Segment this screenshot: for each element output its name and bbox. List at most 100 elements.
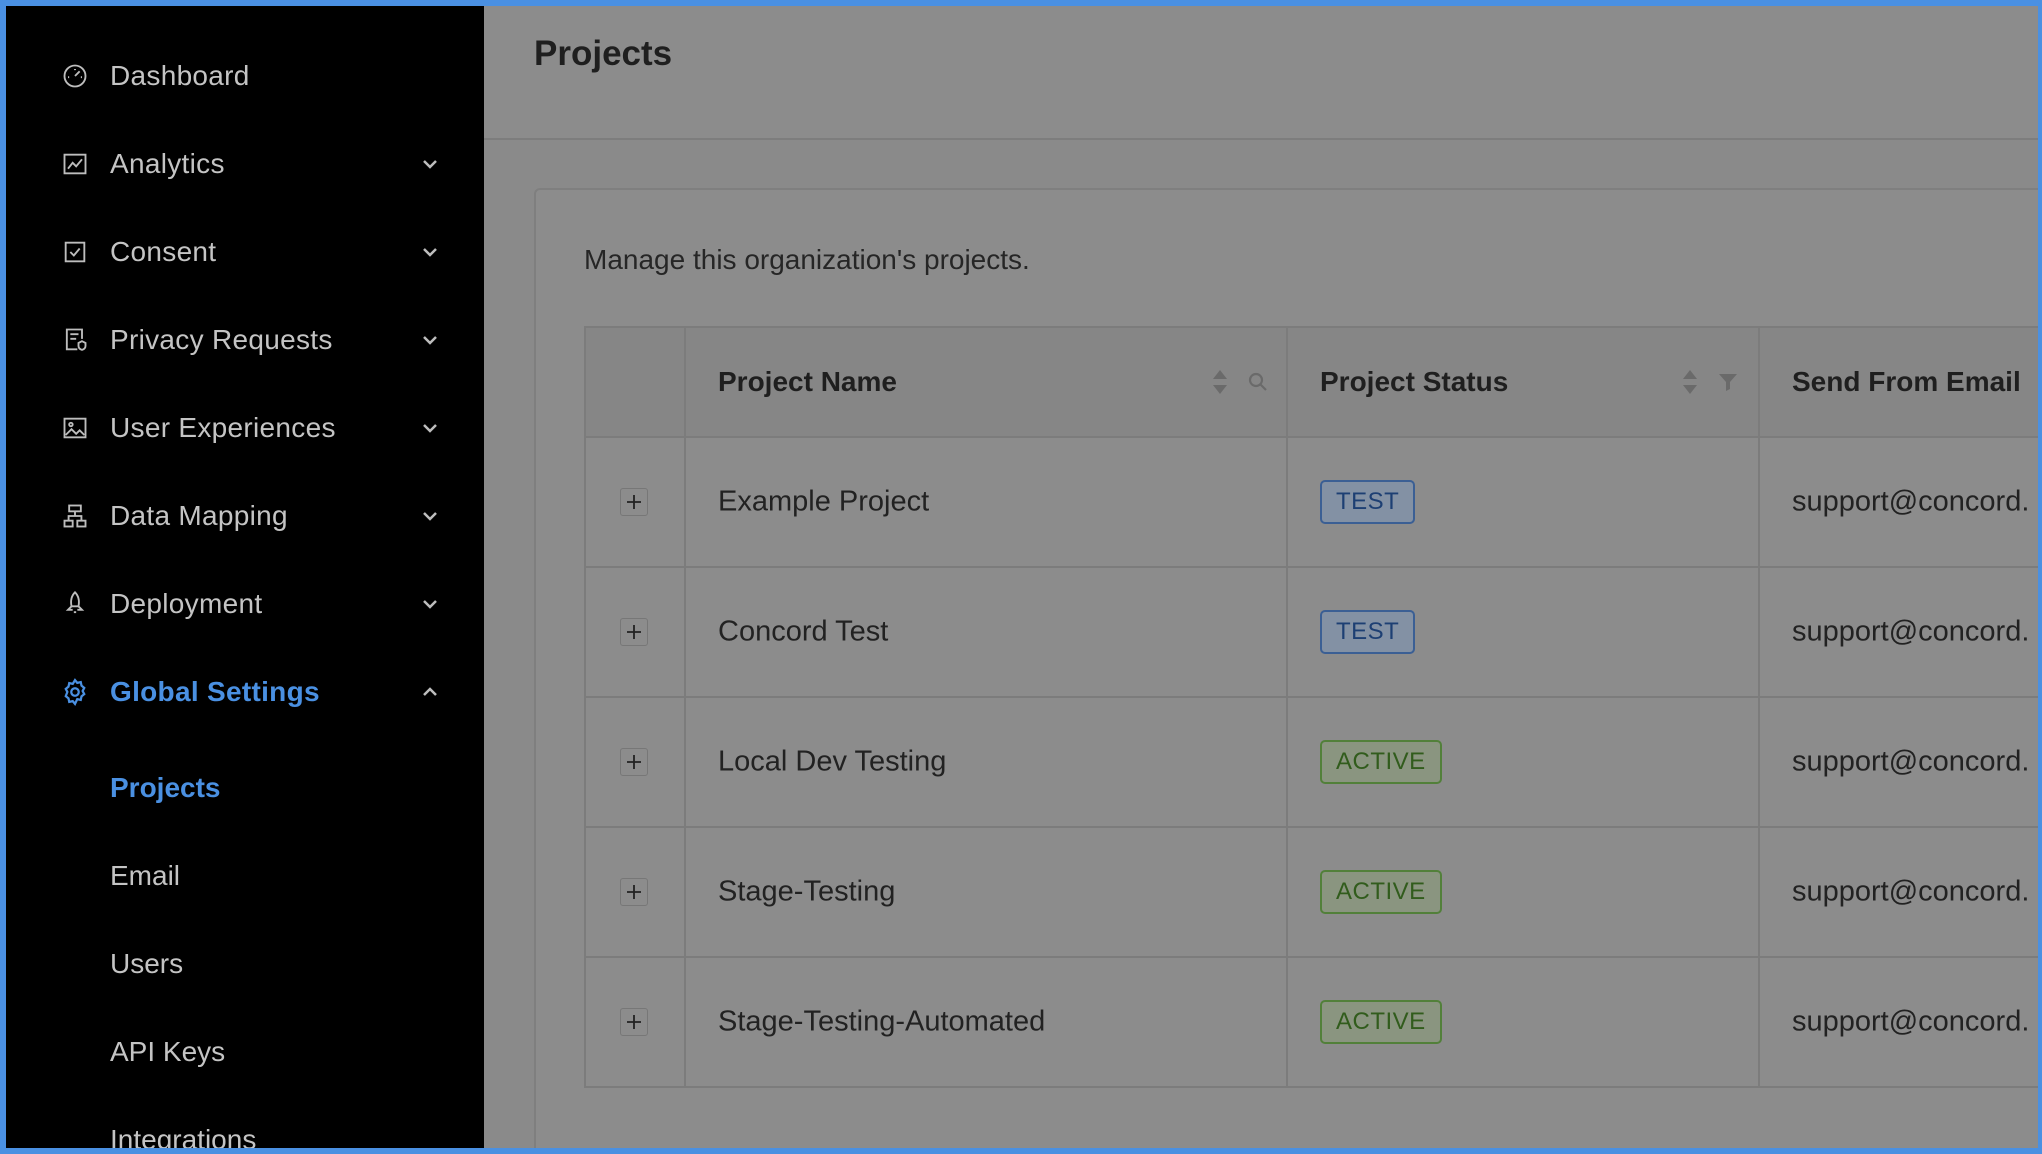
chevron-down-icon	[423, 248, 437, 257]
column-header-label: Project Status	[1320, 366, 1509, 397]
project-name[interactable]: Example Project	[718, 486, 929, 519]
expand-row-button[interactable]	[620, 488, 648, 516]
project-name-cell: Stage-Testing	[686, 828, 1288, 956]
expand-cell	[586, 568, 686, 696]
chevron-down-icon	[423, 160, 437, 169]
page-title: Projects	[534, 34, 673, 73]
gear-icon	[60, 677, 90, 707]
plus-icon	[627, 1015, 641, 1029]
project-name[interactable]: Stage-Testing	[718, 876, 895, 909]
status-badge: TEST	[1320, 610, 1416, 654]
send-from-email: support@concord.	[1792, 875, 2030, 908]
search-icon[interactable]	[1246, 370, 1270, 394]
project-status-cell: ACTIVE	[1288, 828, 1760, 956]
chevron-down-icon	[423, 424, 437, 433]
sidebar-item-user-experiences[interactable]: User Experiences	[6, 398, 484, 458]
sidebar-item-label: Data Mapping	[110, 500, 288, 531]
expand-cell	[586, 958, 686, 1086]
send-from-email: support@concord.	[1792, 1005, 2030, 1038]
project-name-cell: Local Dev Testing	[686, 698, 1288, 826]
expand-row-button[interactable]	[620, 878, 648, 906]
sidebar-item-privacy-requests[interactable]: Privacy Requests	[6, 310, 484, 370]
chevron-down-icon	[423, 600, 437, 609]
plus-icon	[627, 625, 641, 639]
sidebar-item-label: Analytics	[110, 148, 225, 179]
status-badge: ACTIVE	[1320, 1000, 1442, 1044]
project-status-cell: TEST	[1288, 568, 1760, 696]
sort-icon[interactable]	[1210, 367, 1230, 397]
expand-cell	[586, 828, 686, 956]
email-cell: support@concord.	[1760, 958, 2038, 1086]
plus-icon	[627, 885, 641, 899]
line-chart-icon	[60, 149, 90, 179]
sidebar-item-dashboard[interactable]: Dashboard	[6, 46, 484, 106]
chevron-up-icon	[423, 687, 437, 696]
sidebar-item-deployment[interactable]: Deployment	[6, 574, 484, 634]
status-badge: TEST	[1320, 480, 1416, 524]
rocket-icon	[60, 589, 90, 619]
sidebar-item-data-mapping[interactable]: Data Mapping	[6, 486, 484, 546]
sidebar-subitem-label: API Keys	[110, 1036, 226, 1067]
sidebar-item-analytics[interactable]: Analytics	[6, 134, 484, 194]
sidebar-item-label: Dashboard	[110, 60, 250, 91]
expand-row-button[interactable]	[620, 748, 648, 776]
status-badge: ACTIVE	[1320, 870, 1442, 914]
sidebar-item-label: Consent	[110, 236, 217, 267]
chevron-down-icon	[423, 336, 437, 345]
expand-row-button[interactable]	[620, 1008, 648, 1036]
email-cell: support@concord.	[1760, 698, 2038, 826]
project-status-cell: ACTIVE	[1288, 698, 1760, 826]
project-status-cell: TEST	[1288, 438, 1760, 566]
sidebar-item-label: Deployment	[110, 588, 263, 619]
page-header: Projects	[484, 6, 2038, 140]
sidebar-subitem-label: Email	[110, 860, 181, 891]
table-row: Stage-Testing ACTIVE support@concord.	[586, 828, 2038, 958]
sidebar-item-consent[interactable]: Consent	[6, 222, 484, 282]
sidebar-subitem-api-keys[interactable]: API Keys	[6, 1024, 484, 1080]
column-header-label: Project Name	[718, 366, 897, 397]
header-expand-column	[586, 328, 686, 436]
project-name[interactable]: Local Dev Testing	[718, 746, 946, 779]
sidebar-item-label: Global Settings	[110, 676, 320, 707]
checkbox-icon	[60, 237, 90, 267]
main-content: Projects Manage this organization's proj…	[484, 6, 2038, 1148]
sort-icon[interactable]	[1680, 367, 1700, 397]
send-from-email: support@concord.	[1792, 485, 2030, 518]
sidebar-item-global-settings[interactable]: Global Settings	[6, 662, 484, 722]
project-name[interactable]: Concord Test	[718, 616, 888, 649]
email-cell: support@concord.	[1760, 828, 2038, 956]
expand-cell	[586, 438, 686, 566]
filter-icon[interactable]	[1716, 370, 1740, 394]
table-row: Concord Test TEST support@concord.	[586, 568, 2038, 698]
page-description: Manage this organization's projects.	[584, 244, 1030, 275]
expand-cell	[586, 698, 686, 826]
project-name-cell: Stage-Testing-Automated	[686, 958, 1288, 1086]
sidebar-subitem-email[interactable]: Email	[6, 848, 484, 904]
table-row: Example Project TEST support@concord.	[586, 438, 2038, 568]
project-status-cell: ACTIVE	[1288, 958, 1760, 1086]
email-cell: support@concord.	[1760, 438, 2038, 566]
document-shield-icon	[60, 325, 90, 355]
column-header-project-status: Project Status	[1288, 328, 1760, 436]
project-name-cell: Example Project	[686, 438, 1288, 566]
expand-row-button[interactable]	[620, 618, 648, 646]
sidebar-subitem-label: Integrations	[110, 1124, 257, 1148]
sidebar-item-label: Privacy Requests	[110, 324, 333, 355]
sidebar-subitem-label: Projects	[110, 772, 221, 803]
sidebar-subitem-users[interactable]: Users	[6, 936, 484, 992]
project-name[interactable]: Stage-Testing-Automated	[718, 1006, 1045, 1039]
sidebar-subitem-integrations[interactable]: Integrations	[6, 1112, 484, 1148]
sitemap-icon	[60, 501, 90, 531]
send-from-email: support@concord.	[1792, 615, 2030, 648]
send-from-email: support@concord.	[1792, 745, 2030, 778]
column-header-label: Send From Email	[1792, 366, 2021, 397]
table-header: Project Name Project Status Send From Em…	[586, 328, 2038, 438]
plus-icon	[627, 755, 641, 769]
image-icon	[60, 413, 90, 443]
dashboard-icon	[60, 61, 90, 91]
project-name-cell: Concord Test	[686, 568, 1288, 696]
chevron-down-icon	[423, 512, 437, 521]
column-header-project-name: Project Name	[686, 328, 1288, 436]
sidebar-subitem-projects[interactable]: Projects	[6, 760, 484, 816]
table-row: Local Dev Testing ACTIVE support@concord…	[586, 698, 2038, 828]
